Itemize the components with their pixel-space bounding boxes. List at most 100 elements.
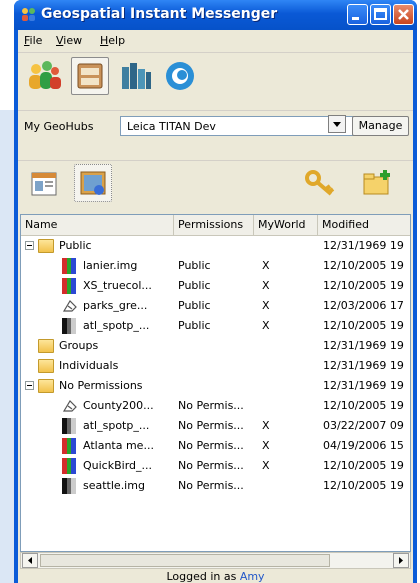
table-row[interactable]: No Permissions 12/31/1969 19 [21, 376, 410, 396]
window-title: Geospatial Instant Messenger [41, 6, 278, 22]
table-row[interactable]: Public 12/31/1969 19 [21, 236, 410, 256]
client-area: File View Help My GeoHubs Leica TITAN De… [18, 30, 413, 583]
scroll-left-button[interactable] [22, 553, 38, 568]
row-name: lanier.img [83, 259, 138, 272]
table-row[interactable]: Groups 12/31/1969 19 [21, 336, 410, 356]
row-modified: 12/31/1969 19 [323, 359, 404, 372]
close-button[interactable] [393, 4, 414, 25]
table-row[interactable]: lanier.img Public X 12/10/2005 19 [21, 256, 410, 276]
row-permissions: Public [178, 299, 211, 312]
row-permissions: No Permis... [178, 399, 244, 412]
table-row[interactable]: seattle.img No Permis... 12/10/2005 19 [21, 476, 410, 496]
row-name: Groups [59, 339, 99, 352]
raster-image-icon [62, 438, 77, 454]
arrow-left-icon [28, 557, 32, 564]
people-icon [29, 61, 61, 89]
row-modified: 12/03/2006 17 [323, 299, 404, 312]
row-myworld: X [262, 259, 270, 272]
row-permissions: Public [178, 279, 211, 292]
new-folder-tool[interactable] [358, 164, 396, 202]
row-modified: 04/19/2006 15 [323, 439, 404, 452]
row-myworld: X [262, 299, 270, 312]
grayscale-image-icon [62, 318, 77, 334]
geohub-dropdown-button[interactable] [328, 115, 346, 133]
row-modified: 12/10/2005 19 [323, 479, 404, 492]
contacts-tool[interactable] [26, 57, 64, 95]
table-row[interactable]: County200... No Permis... 12/10/2005 19 [21, 396, 410, 416]
row-name: XS_truecol... [83, 279, 152, 292]
permissions-tool[interactable] [301, 164, 339, 202]
row-myworld: X [262, 439, 270, 452]
new-folder-icon [363, 170, 390, 195]
vector-shape-icon [62, 300, 77, 312]
column-header-modified[interactable]: Modified [318, 215, 410, 235]
row-name: County200... [83, 399, 154, 412]
globe-icon [166, 62, 194, 90]
library-tool[interactable] [116, 57, 154, 95]
scroll-thumb[interactable] [40, 554, 330, 567]
column-header-myworld[interactable]: MyWorld [254, 215, 318, 235]
main-toolbar [18, 52, 413, 101]
scroll-right-button[interactable] [393, 553, 409, 568]
column-header-permissions[interactable]: Permissions [174, 215, 254, 235]
vector-shape-icon [62, 400, 77, 412]
logged-in-user[interactable]: Amy [240, 570, 265, 583]
row-modified: 12/31/1969 19 [323, 339, 404, 352]
folder-icon [38, 359, 54, 373]
geohubs-label: My GeoHubs [24, 120, 94, 133]
chevron-down-icon [333, 122, 341, 127]
shared-view-tool[interactable] [74, 164, 112, 202]
row-name: seattle.img [83, 479, 145, 492]
table-row[interactable]: parks_gre... Public X 12/03/2006 17 [21, 296, 410, 316]
row-modified: 12/10/2005 19 [323, 279, 404, 292]
list-view-tool[interactable] [26, 164, 64, 202]
grayscale-image-icon [62, 478, 77, 494]
folder-icon [38, 339, 54, 353]
maximize-icon [374, 8, 387, 20]
horizontal-scrollbar[interactable] [20, 552, 411, 569]
world-tool[interactable] [161, 57, 199, 95]
status-prefix: Logged in as [166, 570, 237, 583]
file-list[interactable]: Name Permissions MyWorld Modified Public… [20, 214, 411, 552]
folder-icon [38, 239, 54, 253]
files-tool[interactable] [71, 57, 109, 95]
row-name: parks_gre... [83, 299, 148, 312]
menu-view[interactable]: View [56, 34, 82, 47]
view-toolbar [18, 160, 413, 207]
row-permissions: No Permis... [178, 479, 244, 492]
row-name: Individuals [59, 359, 119, 372]
row-name: QuickBird_... [83, 459, 153, 472]
table-row[interactable]: Atlanta me... No Permis... X 04/19/2006 … [21, 436, 410, 456]
title-bar[interactable]: Geospatial Instant Messenger [14, 0, 417, 30]
minimize-button[interactable] [347, 4, 368, 25]
people-app-icon [22, 8, 35, 21]
minimize-icon [352, 17, 359, 20]
collapse-icon[interactable] [25, 381, 34, 390]
row-myworld: X [262, 459, 270, 472]
grayscale-image-icon [62, 418, 77, 434]
table-row[interactable]: XS_truecol... Public X 12/10/2005 19 [21, 276, 410, 296]
menu-file[interactable]: File [24, 34, 42, 47]
table-row[interactable]: atl_spotp_... Public X 12/10/2005 19 [21, 316, 410, 336]
table-row[interactable]: QuickBird_... No Permis... X 12/10/2005 … [21, 456, 410, 476]
row-modified: 12/10/2005 19 [323, 459, 404, 472]
manage-button[interactable]: Manage [352, 116, 409, 136]
list-header: Name Permissions MyWorld Modified [21, 215, 410, 236]
maximize-button[interactable] [370, 4, 391, 25]
table-row[interactable]: atl_spotp_... No Permis... X 03/22/2007 … [21, 416, 410, 436]
row-permissions: No Permis... [178, 439, 244, 452]
status-bar: Logged in as Amy [18, 570, 413, 583]
collapse-icon[interactable] [25, 241, 34, 250]
raster-image-icon [62, 458, 77, 474]
menu-help[interactable]: Help [100, 34, 125, 47]
close-icon [398, 9, 409, 20]
row-modified: 12/31/1969 19 [323, 379, 404, 392]
table-row[interactable]: Individuals 12/31/1969 19 [21, 356, 410, 376]
column-header-name[interactable]: Name [21, 215, 174, 235]
row-permissions: Public [178, 319, 211, 332]
row-name: atl_spotp_... [83, 319, 150, 332]
arrow-right-icon [399, 557, 403, 564]
row-name: No Permissions [59, 379, 143, 392]
row-myworld: X [262, 419, 270, 432]
row-name: Public [59, 239, 92, 252]
